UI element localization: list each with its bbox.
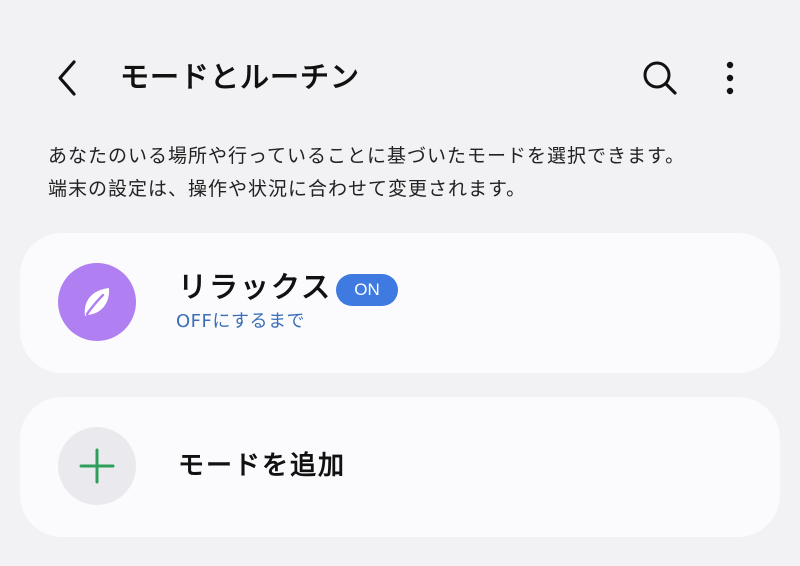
relax-mode-icon — [58, 263, 136, 341]
mode-subtitle: OFFにするまで — [176, 311, 306, 332]
chevron-left-icon — [58, 60, 76, 96]
more-options-button[interactable] — [710, 56, 750, 100]
leaf-icon — [84, 288, 110, 316]
add-mode-card[interactable]: モードを追加 — [20, 397, 780, 537]
search-button[interactable] — [638, 56, 682, 100]
more-vertical-icon — [726, 61, 734, 95]
mode-card-relax[interactable]: リラックス ON OFFにするまで — [20, 233, 780, 373]
status-badge: ON — [336, 274, 398, 306]
back-button[interactable] — [46, 56, 90, 100]
description-line-2: 端末の設定は、操作や状況に合わせて変更されます。 — [48, 178, 527, 200]
mode-description: あなたのいる場所や行っていることに基づいたモードを選択できます。 端末の設定は、… — [48, 140, 768, 206]
search-icon — [643, 61, 677, 95]
page-title: モードとルーチン — [120, 60, 361, 94]
app-header: モードとルーチン — [0, 0, 800, 150]
plus-icon — [79, 448, 115, 484]
add-mode-label: モードを追加 — [178, 451, 347, 481]
mode-name: リラックス — [178, 270, 333, 304]
description-line-1: あなたのいる場所や行っていることに基づいたモードを選択できます。 — [48, 145, 686, 167]
add-mode-icon-circle — [58, 427, 136, 505]
